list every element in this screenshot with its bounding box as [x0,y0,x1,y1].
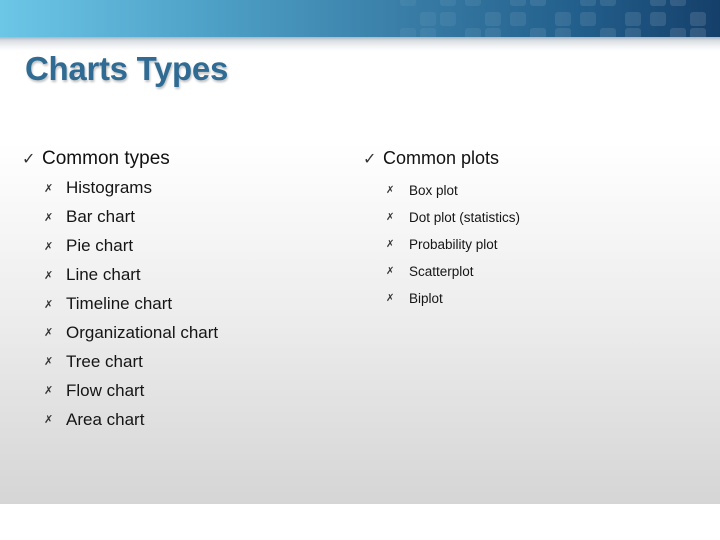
list-item-label: Organizational chart [66,322,219,342]
common-types-heading: ✓ Common types [22,148,218,170]
banner-tile [530,28,546,37]
list-item-label: Timeline chart [66,294,173,313]
banner-tile [580,0,596,6]
cross-bullet-icon: ✗ [44,182,54,195]
list-item: ✗ Dot plot (statistics) [363,204,520,231]
banner-shadow [0,37,720,51]
list-item: ✗ Probability plot [363,231,520,258]
list-item-label: Biplot [409,291,443,306]
list-item: ✗ Pie chart [22,232,218,261]
banner-tile [555,28,571,37]
cross-bullet-icon: ✗ [386,266,395,277]
list-item: ✗ Scatterplot [363,258,520,285]
cross-bullet-icon: ✗ [386,293,395,304]
list-item-label: Box plot [409,183,458,198]
cross-bullet-icon: ✗ [44,327,54,340]
list-item: ✗ Tree chart [22,347,218,376]
cross-bullet-icon: ✗ [44,356,54,369]
banner-tile [465,28,481,37]
checkmark-icon: ✓ [22,151,36,168]
banner-tile [485,28,501,37]
list-item: ✗ Area chart [22,405,218,434]
banner-tile [510,0,526,6]
list-item: ✗ Timeline chart [22,290,218,319]
cross-bullet-icon: ✗ [44,298,54,311]
banner-tile [420,12,436,26]
list-item-label: Histograms [66,178,152,198]
banner-tile [510,12,526,26]
banner-tile [465,0,481,6]
list-item: ✗ Box plot [363,177,520,204]
list-item-label: Scatterplot [409,264,474,279]
banner-tile [580,12,596,26]
banner-tile [650,0,666,6]
common-plots-list: ✗ Box plot ✗ Dot plot (statistics) ✗ Probab… [363,177,520,312]
banner-tile [530,0,546,6]
list-item: ✗ Line chart [22,261,218,290]
slide-title: Charts Types [25,50,229,87]
cross-bullet-icon: ✗ [44,211,54,224]
banner-tile [625,12,641,26]
banner-tile [625,28,641,37]
heading-label: Common types [42,148,170,169]
banner-tile [440,12,456,26]
header-banner [0,0,720,37]
list-item-label: Flow chart [66,380,145,400]
cross-bullet-icon: ✗ [386,239,395,250]
banner-tile [650,12,666,26]
banner-tile-pattern [390,0,720,37]
list-item: ✗ Bar chart [22,203,218,232]
banner-tile [600,0,616,6]
cross-bullet-icon: ✗ [44,414,54,427]
list-item-label: Tree chart [66,351,143,371]
list-item-label: Probability plot [409,237,498,252]
cross-bullet-icon: ✗ [44,385,54,398]
list-item-label: Area chart [66,409,145,429]
banner-tile [485,12,501,26]
banner-tile [690,12,706,26]
banner-tile [400,28,416,37]
list-item-label: Dot plot (statistics) [409,210,521,225]
list-item-label: Bar chart [66,207,135,227]
list-item: ✗ Organizational chart [22,318,218,347]
common-types-list: ✗ Histograms ✗ Bar chart ✗ Pie chart ✗ Line … [22,174,218,434]
list-item-label: Pie chart [66,236,134,256]
banner-tile [555,12,571,26]
list-item: ✗ Histograms [22,174,218,203]
heading-label: Common plots [383,148,500,168]
banner-tile [690,28,706,37]
checkmark-icon: ✓ [363,150,377,168]
common-plots-heading: ✓ Common plots [363,148,520,169]
cross-bullet-icon: ✗ [386,185,395,196]
banner-tile [600,28,616,37]
list-item: ✗ Flow chart [22,376,218,405]
common-plots-column: ✓ Common plots ✗ Box plot ✗ Dot plot (stat… [363,148,520,312]
list-item-label: Line chart [66,265,141,285]
list-item: ✗ Biplot [363,285,520,312]
banner-tile [400,0,416,6]
banner-tile [670,28,686,37]
cross-bullet-icon: ✗ [386,212,395,223]
banner-tile [420,28,436,37]
cross-bullet-icon: ✗ [44,240,54,253]
cross-bullet-icon: ✗ [44,269,54,282]
banner-tile [440,0,456,6]
common-types-column: ✓ Common types ✗ Histograms ✗ Bar chart ✗ P… [22,148,218,434]
banner-tile [670,0,686,6]
